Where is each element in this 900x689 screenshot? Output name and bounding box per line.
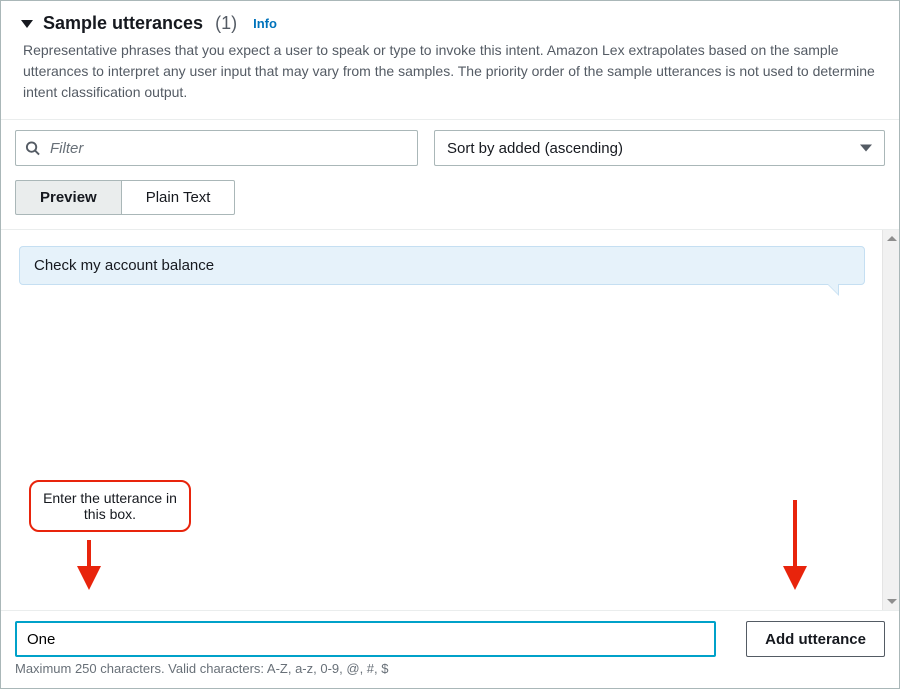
filter-input[interactable] [15,130,418,166]
scroll-up-button[interactable] [883,230,899,247]
input-row: Add utterance [1,610,899,657]
chevron-down-icon [860,145,872,152]
sample-utterances-panel: Sample utterances (1) Info Representativ… [0,0,900,689]
panel-description: Representative phrases that you expect a… [21,40,879,103]
add-utterance-button[interactable]: Add utterance [746,621,885,657]
scroll-down-button[interactable] [883,593,899,610]
panel-title: Sample utterances [43,13,203,34]
utterance-input[interactable] [15,621,716,657]
info-link[interactable]: Info [253,16,277,31]
input-hint: Maximum 250 characters. Valid characters… [1,657,899,688]
arrow-icon [775,500,815,590]
annotation-callout: Enter the utterance in this box. [29,480,191,532]
filter-wrap [15,130,418,166]
arrow-icon [69,540,109,590]
view-tab-group: Preview Plain Text [1,166,899,230]
panel-header: Sample utterances (1) Info Representativ… [1,1,899,119]
sort-selected-label: Sort by added (ascending) [447,140,623,157]
controls-row: Sort by added (ascending) [1,119,899,166]
utterance-text: Check my account balance [34,257,214,274]
utterance-bubble[interactable]: Check my account balance [19,246,865,285]
tab-plain-text[interactable]: Plain Text [122,180,236,215]
search-icon [25,141,40,156]
sort-select[interactable]: Sort by added (ascending) [434,130,885,166]
tab-preview[interactable]: Preview [15,180,122,215]
collapse-toggle-icon[interactable] [21,20,33,28]
bubble-tail-icon [828,284,838,294]
scrollbar[interactable] [882,230,899,610]
utterance-list-area: Check my account balance Enter the utter… [1,230,899,610]
title-row: Sample utterances (1) Info [21,13,879,34]
utterance-count: (1) [215,13,237,34]
